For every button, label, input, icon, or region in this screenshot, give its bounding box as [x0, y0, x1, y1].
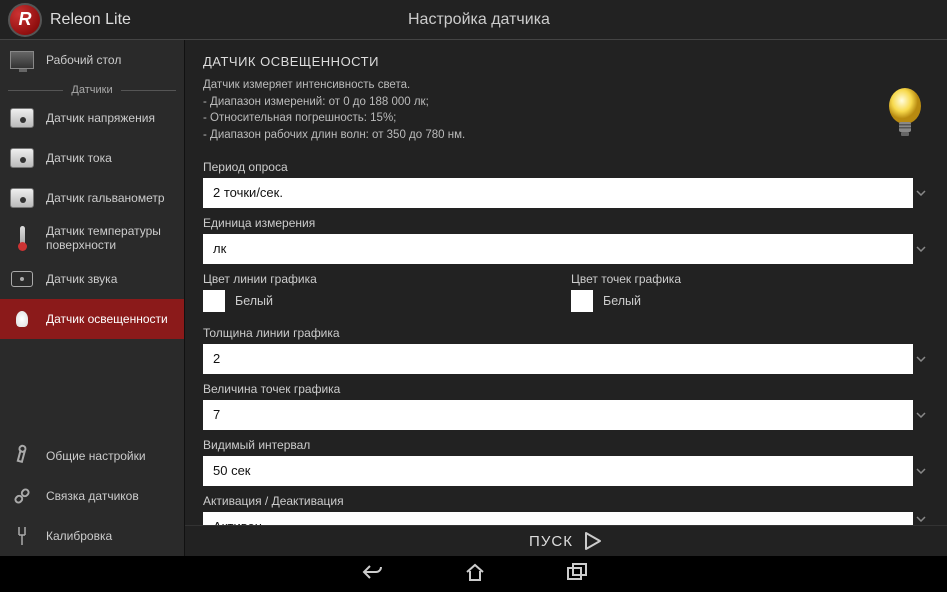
desc-line: Датчик измеряет интенсивность света. [203, 77, 929, 94]
line-color-value: Белый [235, 294, 273, 308]
sidebar-item-label: Датчик тока [46, 151, 112, 165]
chevron-down-icon [913, 178, 929, 208]
interval-select[interactable]: 50 сек [203, 456, 929, 486]
sidebar-item-desktop[interactable]: Рабочий стол [0, 40, 184, 80]
point-size-select[interactable]: 7 [203, 400, 929, 430]
sidebar-item-link-sensors[interactable]: Связка датчиков [0, 476, 184, 516]
unit-label: Единица измерения [203, 216, 929, 230]
point-size-label: Величина точек графика [203, 382, 929, 396]
line-color-label: Цвет линии графика [203, 272, 561, 286]
poll-period-label: Период опроса [203, 160, 929, 174]
sidebar-item-label: Датчик напряжения [46, 111, 155, 125]
sidebar-item-voltage[interactable]: Датчик напряжения [0, 98, 184, 138]
sidebar-group-label: Датчики [0, 84, 184, 96]
color-swatch [203, 290, 225, 312]
chevron-down-icon [913, 234, 929, 264]
section-title: ДАТЧИК ОСВЕЩЕННОСТИ [203, 54, 929, 69]
sidebar-item-label: Калибровка [46, 529, 112, 543]
gauge-icon [8, 184, 36, 212]
desc-line: - Относительная погрешность: 15%; [203, 110, 929, 127]
point-size-value: 7 [203, 400, 913, 430]
gauge-icon [8, 144, 36, 172]
monitor-icon [8, 46, 36, 74]
link-icon [2, 476, 42, 516]
tuning-fork-icon [8, 522, 36, 550]
line-width-select[interactable]: 2 [203, 344, 929, 374]
activation-select[interactable]: Активен [203, 512, 929, 526]
chevron-down-icon [913, 400, 929, 430]
chevron-down-icon [913, 344, 929, 374]
home-icon[interactable] [464, 562, 486, 587]
app-logo: R [8, 3, 42, 37]
sidebar: Рабочий стол Датчики Датчик напряжения Д… [0, 40, 185, 556]
back-icon[interactable] [360, 562, 384, 587]
activation-label: Активация / Деактивация [203, 494, 929, 508]
sidebar-item-current[interactable]: Датчик тока [0, 138, 184, 178]
play-icon [581, 530, 603, 552]
sidebar-item-label: Общие настройки [46, 449, 146, 463]
color-swatch [571, 290, 593, 312]
sidebar-item-label: Датчик звука [46, 272, 117, 286]
interval-value: 50 сек [203, 456, 913, 486]
chevron-down-icon [913, 456, 929, 486]
line-width-value: 2 [203, 344, 913, 374]
start-button-label: ПУСК [529, 533, 573, 550]
system-navbar [0, 556, 947, 592]
main-panel: ДАТЧИК ОСВЕЩЕННОСТИ Датчик измеряет инте… [185, 40, 947, 556]
sidebar-item-label: Рабочий стол [46, 53, 121, 67]
point-color-value: Белый [603, 294, 641, 308]
sidebar-item-galvanometer[interactable]: Датчик гальванометр [0, 178, 184, 218]
poll-period-value: 2 точки/сек. [203, 178, 913, 208]
interval-label: Видимый интервал [203, 438, 929, 452]
sidebar-item-label: Датчик температуры поверхности [46, 224, 176, 253]
start-bar: ПУСК [185, 525, 947, 556]
sidebar-item-sound[interactable]: Датчик звука [0, 259, 184, 299]
point-color-label: Цвет точек графика [571, 272, 929, 286]
recent-apps-icon[interactable] [566, 563, 588, 586]
sidebar-item-label: Связка датчиков [46, 489, 139, 503]
point-color-picker[interactable]: Белый [571, 290, 929, 312]
desc-line: - Диапазон рабочих длин волн: от 350 до … [203, 127, 929, 144]
page-title: Настройка датчика [131, 11, 827, 29]
sidebar-item-calibration[interactable]: Калибровка [0, 516, 184, 556]
unit-select[interactable]: лк [203, 234, 929, 264]
unit-value: лк [203, 234, 913, 264]
wrench-icon [3, 437, 41, 475]
thermometer-icon [8, 224, 36, 252]
sidebar-item-light[interactable]: Датчик освещенности [0, 299, 184, 339]
start-button[interactable]: ПУСК [529, 530, 603, 552]
line-color-picker[interactable]: Белый [203, 290, 561, 312]
sidebar-item-temperature[interactable]: Датчик температуры поверхности [0, 218, 184, 259]
app-title: Releon Lite [50, 11, 131, 29]
line-width-label: Толщина линии графика [203, 326, 929, 340]
sidebar-item-label: Датчик освещенности [46, 312, 168, 326]
lightbulb-icon [8, 305, 36, 333]
desc-line: - Диапазон измерений: от 0 до 188 000 лк… [203, 94, 929, 111]
sidebar-item-settings[interactable]: Общие настройки [0, 436, 184, 476]
sensor-description: Датчик измеряет интенсивность света. - Д… [203, 77, 929, 144]
gauge-icon [8, 104, 36, 132]
sidebar-item-label: Датчик гальванометр [46, 191, 165, 205]
app-header: R Releon Lite Настройка датчика [0, 0, 947, 40]
activation-value: Активен [203, 512, 913, 526]
lightbulb-large-icon [881, 84, 929, 144]
poll-period-select[interactable]: 2 точки/сек. [203, 178, 929, 208]
microphone-icon [8, 265, 36, 293]
chevron-down-icon [913, 512, 929, 526]
